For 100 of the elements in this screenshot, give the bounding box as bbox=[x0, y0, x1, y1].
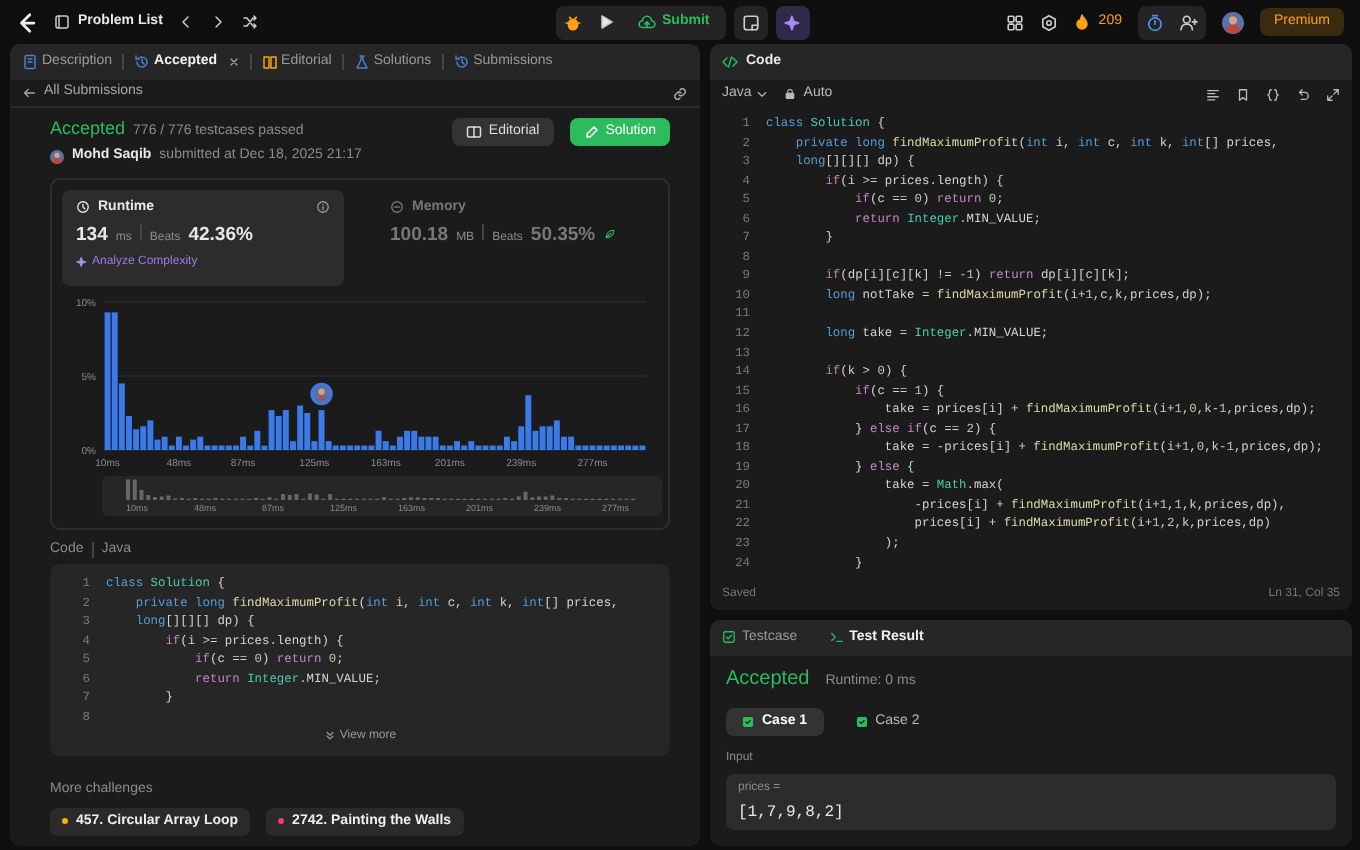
bar[interactable] bbox=[411, 430, 418, 450]
metric-value: 100.18 bbox=[390, 224, 449, 248]
bar[interactable] bbox=[240, 436, 247, 450]
bar[interactable] bbox=[561, 436, 567, 450]
link-icon[interactable] bbox=[672, 85, 688, 101]
bar[interactable] bbox=[468, 440, 475, 450]
close-icon[interactable] bbox=[227, 56, 240, 68]
bar[interactable] bbox=[618, 445, 624, 450]
info-icon[interactable] bbox=[316, 200, 330, 215]
bar[interactable] bbox=[639, 445, 646, 450]
bar[interactable] bbox=[232, 445, 239, 450]
format-icon[interactable] bbox=[1206, 87, 1220, 101]
bar[interactable] bbox=[368, 445, 375, 450]
bar[interactable] bbox=[418, 436, 425, 450]
bar[interactable] bbox=[532, 430, 539, 450]
bar[interactable] bbox=[204, 445, 211, 450]
settings-icon[interactable] bbox=[1040, 13, 1059, 31]
bar[interactable] bbox=[432, 436, 439, 450]
bar[interactable] bbox=[133, 428, 140, 450]
bar[interactable] bbox=[118, 382, 125, 450]
bar[interactable] bbox=[568, 436, 575, 450]
bar[interactable] bbox=[446, 445, 453, 450]
bar[interactable] bbox=[439, 445, 446, 450]
bar[interactable] bbox=[282, 409, 289, 450]
bar[interactable] bbox=[496, 445, 503, 450]
bar[interactable] bbox=[247, 445, 254, 450]
bar[interactable] bbox=[454, 440, 460, 450]
bar[interactable] bbox=[596, 445, 603, 450]
bar[interactable] bbox=[168, 445, 175, 450]
play-icon[interactable] bbox=[598, 14, 614, 30]
bar[interactable] bbox=[589, 445, 596, 450]
bar[interactable] bbox=[190, 439, 197, 450]
bar[interactable] bbox=[140, 425, 147, 450]
bar[interactable] bbox=[154, 439, 161, 450]
bar[interactable] bbox=[546, 425, 553, 450]
bar[interactable] bbox=[361, 445, 368, 450]
bar[interactable] bbox=[218, 445, 225, 450]
bar[interactable] bbox=[389, 445, 396, 450]
bar[interactable] bbox=[318, 409, 325, 450]
timer-icon[interactable] bbox=[1145, 13, 1164, 31]
bar[interactable] bbox=[425, 436, 432, 450]
bar[interactable] bbox=[382, 440, 389, 450]
bar[interactable] bbox=[304, 412, 311, 450]
bar[interactable] bbox=[482, 445, 489, 450]
bar[interactable] bbox=[183, 445, 189, 450]
bar[interactable] bbox=[503, 436, 510, 450]
bug-icon[interactable] bbox=[564, 13, 582, 31]
sparkle-icon bbox=[76, 256, 88, 269]
bar[interactable] bbox=[625, 445, 632, 450]
undo-icon[interactable] bbox=[1296, 87, 1310, 101]
notes-button[interactable] bbox=[733, 5, 768, 39]
bar[interactable] bbox=[147, 419, 154, 450]
bar[interactable] bbox=[610, 445, 617, 450]
bar[interactable] bbox=[261, 445, 268, 450]
range-track[interactable] bbox=[102, 475, 662, 516]
bar[interactable] bbox=[104, 311, 111, 450]
bar[interactable] bbox=[290, 440, 296, 450]
bar[interactable] bbox=[339, 445, 346, 450]
bar[interactable] bbox=[404, 430, 411, 450]
bar[interactable] bbox=[553, 419, 560, 450]
bar[interactable] bbox=[311, 440, 318, 450]
bar[interactable] bbox=[539, 425, 546, 450]
bar[interactable] bbox=[325, 440, 332, 450]
bar[interactable] bbox=[347, 445, 353, 450]
braces-icon[interactable] bbox=[1266, 87, 1280, 101]
bar[interactable] bbox=[511, 440, 518, 450]
bar[interactable] bbox=[632, 445, 639, 450]
bar[interactable] bbox=[197, 436, 204, 450]
ai-button[interactable] bbox=[775, 5, 810, 39]
add-user-icon[interactable] bbox=[1179, 13, 1198, 31]
bar[interactable] bbox=[475, 445, 482, 450]
grid-icon[interactable] bbox=[1006, 13, 1025, 31]
bar[interactable] bbox=[332, 445, 339, 450]
bar[interactable] bbox=[603, 445, 610, 450]
chevron-right-icon[interactable] bbox=[210, 14, 227, 30]
bookmark-icon[interactable] bbox=[1236, 87, 1250, 101]
bar[interactable] bbox=[111, 311, 118, 450]
bar[interactable] bbox=[354, 445, 361, 450]
bar[interactable] bbox=[525, 394, 532, 450]
bar[interactable] bbox=[275, 415, 282, 450]
bar[interactable] bbox=[268, 409, 275, 450]
bar[interactable] bbox=[297, 405, 304, 450]
bar[interactable] bbox=[211, 445, 218, 450]
bar[interactable] bbox=[375, 430, 382, 450]
bar[interactable] bbox=[126, 415, 132, 450]
bar[interactable] bbox=[175, 436, 182, 450]
bar[interactable] bbox=[518, 425, 525, 450]
bar[interactable] bbox=[461, 445, 468, 450]
shuffle-icon[interactable] bbox=[242, 14, 259, 30]
fire-icon bbox=[1074, 13, 1091, 30]
bar[interactable] bbox=[161, 436, 168, 450]
bar[interactable] bbox=[582, 445, 589, 450]
bar[interactable] bbox=[489, 445, 496, 450]
bar[interactable] bbox=[397, 436, 403, 450]
expand-icon[interactable] bbox=[1326, 87, 1340, 101]
avatar bbox=[50, 150, 64, 165]
bar[interactable] bbox=[225, 445, 232, 450]
bar[interactable] bbox=[575, 445, 582, 450]
chevron-left-icon[interactable] bbox=[178, 14, 195, 30]
bar[interactable] bbox=[254, 430, 261, 450]
